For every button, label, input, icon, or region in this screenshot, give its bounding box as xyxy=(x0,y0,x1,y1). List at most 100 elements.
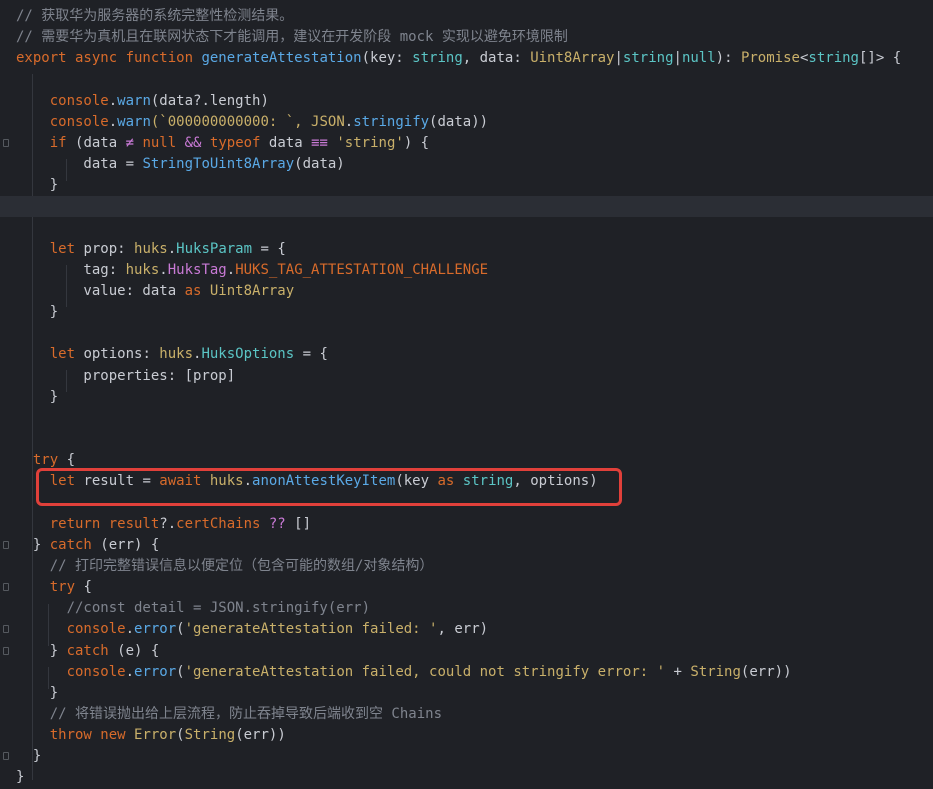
code-line[interactable]: export async function generateAttestatio… xyxy=(0,48,933,69)
code-text: if (data ≠ null && typeof data ≡≡ 'strin… xyxy=(16,133,429,154)
code-line[interactable]: } xyxy=(0,175,933,196)
code-line[interactable]: //const detail = JSON.stringify(err) xyxy=(0,598,933,619)
code-token: } xyxy=(16,304,59,321)
fold-icon[interactable] xyxy=(3,752,9,761)
code-token: catch xyxy=(49,536,101,553)
code-token: huks xyxy=(134,240,168,257)
code-line[interactable]: tag: huks.HuksTag.HUKS_TAG_ATTESTATION_C… xyxy=(0,260,933,281)
code-token: HuksTag xyxy=(167,261,227,278)
code-token: typeof xyxy=(209,134,269,151)
code-token: (key: xyxy=(361,50,413,67)
code-token: generateAttestation xyxy=(201,50,362,67)
code-token: ( xyxy=(176,663,185,680)
code-line[interactable] xyxy=(0,218,933,239)
code-token: error xyxy=(134,621,177,638)
code-line[interactable]: if (data ≠ null && typeof data ≡≡ 'strin… xyxy=(0,133,933,154)
code-token: . xyxy=(108,113,118,130)
code-token: } xyxy=(16,388,59,405)
code-token: []> { xyxy=(858,50,902,67)
code-text: tag: huks.HuksTag.HUKS_TAG_ATTESTATION_C… xyxy=(16,260,488,281)
code-line[interactable]: throw new Error(String(err)) xyxy=(0,725,933,746)
code-line[interactable]: properties: [prop] xyxy=(0,366,933,387)
code-line[interactable] xyxy=(0,429,933,450)
code-line[interactable] xyxy=(0,196,933,218)
code-line[interactable]: } catch (e) { xyxy=(0,641,933,662)
code-token: . xyxy=(125,621,135,638)
code-token: String xyxy=(690,663,741,680)
code-line[interactable] xyxy=(0,69,933,90)
code-token: HUKS_TAG_ATTESTATION_CHALLENGE xyxy=(235,261,489,278)
code-line[interactable]: console.error('generateAttestation faile… xyxy=(0,662,933,683)
code-token: && xyxy=(184,134,210,151)
code-token: (data xyxy=(75,134,126,151)
code-editor[interactable]: // 获取华为服务器的系统完整性检测结果。 // 需要华为真机且在联网状态下才能调… xyxy=(0,0,933,789)
code-token: result xyxy=(108,515,160,532)
code-line[interactable]: } xyxy=(0,767,933,788)
code-line[interactable]: return result?.certChains ?? [] xyxy=(0,514,933,535)
fold-icon[interactable] xyxy=(3,646,9,655)
code-token: (err)) xyxy=(235,727,286,744)
code-text: } catch (e) { xyxy=(16,641,160,662)
code-token: | xyxy=(614,50,623,67)
code-line[interactable]: try { xyxy=(0,577,933,598)
code-token: ≡≡ xyxy=(311,134,337,151)
code-text: } xyxy=(16,175,58,196)
code-text: data = StringToUint8Array(data) xyxy=(16,154,344,175)
code-token: 'generateAttestation failed: ' xyxy=(184,621,438,638)
code-token: export async function xyxy=(16,50,202,67)
code-token: } xyxy=(16,769,25,786)
code-token: 'string' xyxy=(336,134,404,151)
code-line[interactable]: console.warn(data?.length) xyxy=(0,91,933,112)
code-line[interactable] xyxy=(0,323,933,344)
code-line[interactable]: } xyxy=(0,683,933,704)
code-line[interactable]: } xyxy=(0,746,933,767)
code-token: StringToUint8Array xyxy=(142,156,295,173)
code-token: ( xyxy=(176,621,185,638)
code-token: tag: xyxy=(16,261,126,278)
code-line[interactable]: let options: huks.HuksOptions = { xyxy=(0,344,933,365)
fold-icon[interactable] xyxy=(3,540,9,549)
code-token: . xyxy=(226,261,236,278)
fold-icon[interactable] xyxy=(3,583,9,592)
code-line[interactable]: console.warn(`000000000000: `, JSON.stri… xyxy=(0,112,933,133)
code-text: try { xyxy=(16,577,92,598)
code-token: string xyxy=(622,50,674,67)
code-text: } catch (err) { xyxy=(16,535,159,556)
code-line[interactable]: // 需要华为真机且在联网状态下才能调用，建议在开发阶段 mock 实现以避免环… xyxy=(0,27,933,48)
code-line[interactable]: } xyxy=(0,302,933,323)
code-line[interactable]: // 获取华为服务器的系统完整性检测结果。 xyxy=(0,6,933,27)
code-token: } xyxy=(16,642,67,659)
code-token: { xyxy=(83,579,92,596)
code-token: // 打印完整错误信息以便定位（包含可能的数组/对象结构） xyxy=(16,557,434,574)
code-token: } xyxy=(16,536,50,553)
code-line[interactable]: console.error('generateAttestation faile… xyxy=(0,619,933,640)
fold-icon[interactable] xyxy=(3,625,9,634)
code-token: throw xyxy=(16,727,101,744)
code-token: string xyxy=(412,50,463,67)
code-token: ( xyxy=(176,727,185,744)
code-token: . xyxy=(159,261,168,278)
code-token: . xyxy=(344,113,354,130)
code-line[interactable]: value: data as Uint8Array xyxy=(0,281,933,302)
code-token: | xyxy=(673,50,682,67)
code-line[interactable]: } catch (err) { xyxy=(0,535,933,556)
code-text: export async function generateAttestatio… xyxy=(16,48,901,69)
code-line[interactable]: } xyxy=(0,387,933,408)
fold-icon[interactable] xyxy=(3,138,9,147)
code-line[interactable]: // 打印完整错误信息以便定位（包含可能的数组/对象结构） xyxy=(0,556,933,577)
highlighted-line-annotation xyxy=(36,468,622,506)
code-token: } xyxy=(16,748,42,765)
code-token: huks xyxy=(159,346,194,363)
code-line[interactable] xyxy=(0,408,933,429)
code-token: ?? xyxy=(268,515,295,532)
code-line[interactable]: let prop: huks.HuksParam = { xyxy=(0,239,933,260)
code-token: HuksOptions xyxy=(201,346,303,363)
code-token: string xyxy=(808,50,859,67)
code-token: // 获取华为服务器的系统完整性检测结果。 xyxy=(16,8,294,24)
code-line[interactable]: // 将错误抛出给上层流程，防止吞掉导致后端收到空 Chains xyxy=(0,704,933,725)
code-line[interactable]: data = StringToUint8Array(data) xyxy=(0,154,933,175)
code-token: stringify xyxy=(353,113,430,130)
code-token: try xyxy=(16,452,67,469)
code-token: . xyxy=(167,240,177,257)
code-token: , data: xyxy=(462,50,531,67)
